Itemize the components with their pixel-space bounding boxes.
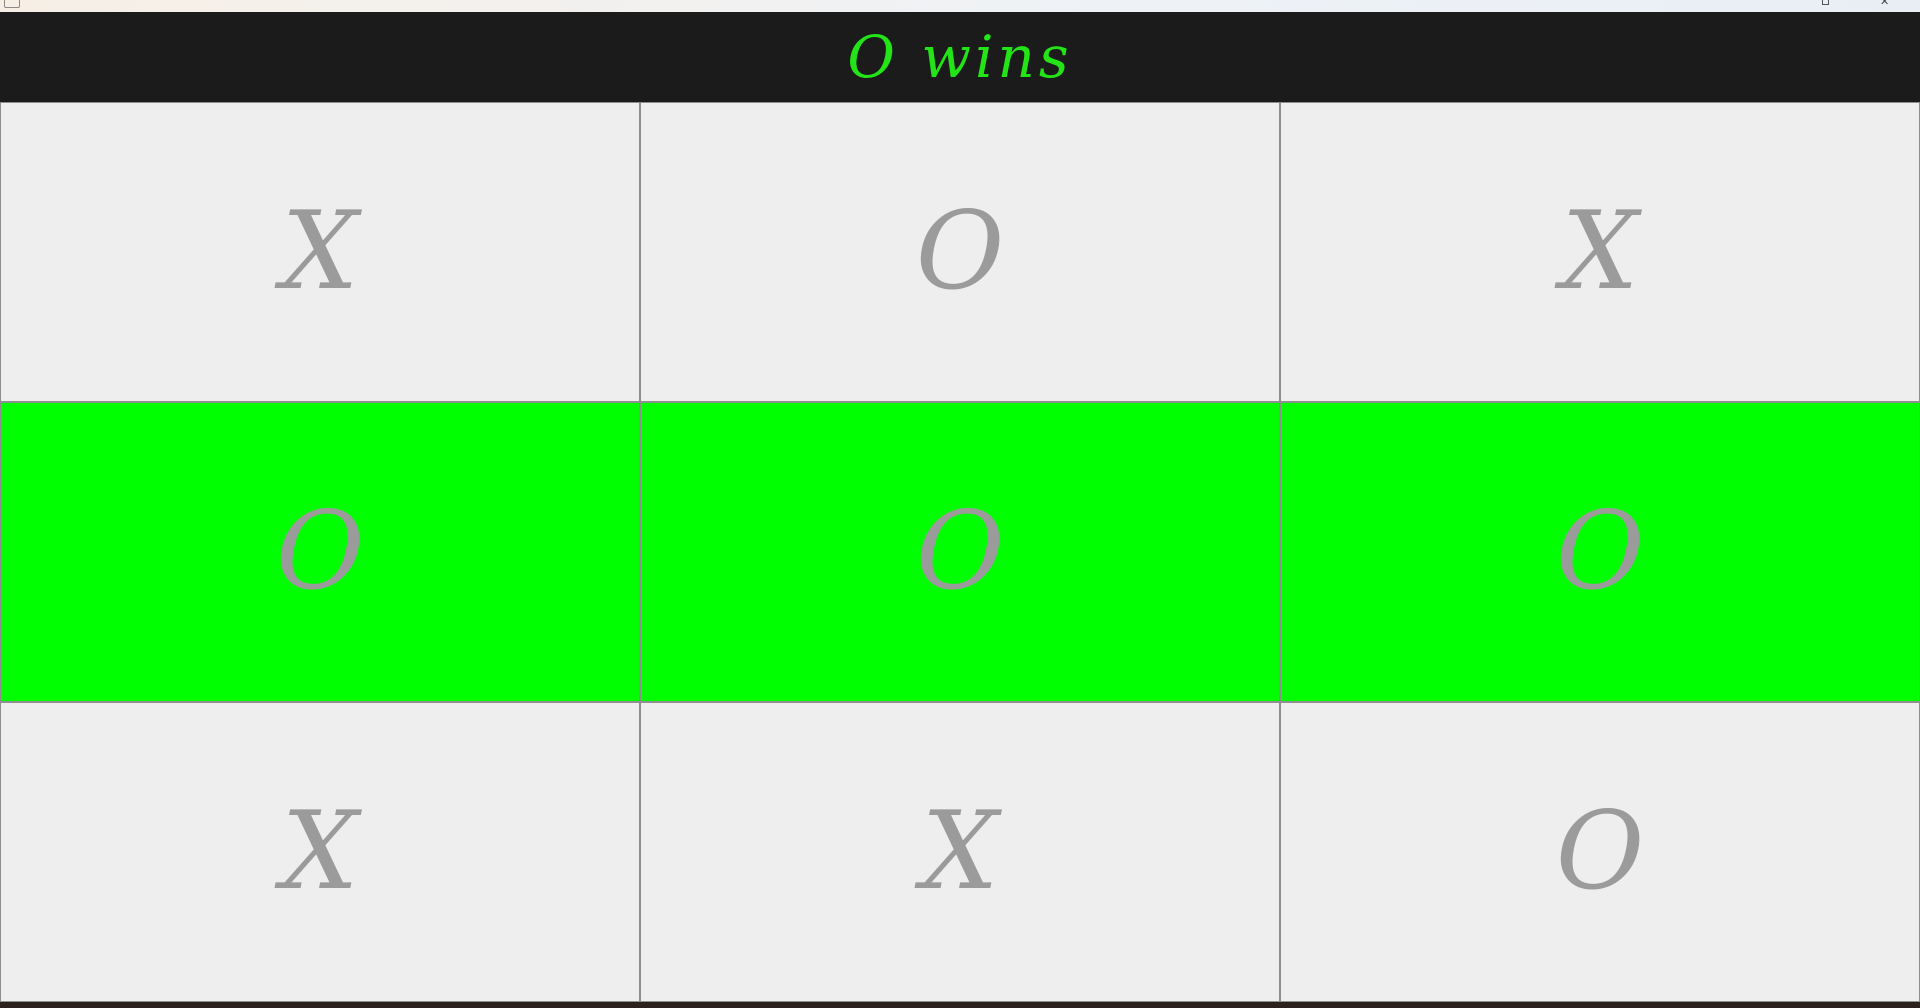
board-cell[interactable]: X	[1, 703, 639, 1001]
app-icon	[4, 0, 20, 8]
cell-mark: X	[281, 789, 359, 914]
window-bottom-edge	[0, 1002, 1920, 1008]
close-icon[interactable]: ✕	[1880, 0, 1892, 8]
restore-icon[interactable]	[1822, 0, 1832, 8]
cell-mark: X	[921, 789, 999, 914]
board-cell[interactable]: O	[641, 103, 1279, 401]
board-cell[interactable]: X	[1281, 103, 1919, 401]
cell-mark: O	[275, 489, 365, 614]
status-bar: O wins	[0, 12, 1920, 102]
cell-mark: X	[281, 189, 359, 314]
board-cell[interactable]: O	[1281, 703, 1919, 1001]
board-cell[interactable]: O	[1, 403, 639, 701]
board-cell[interactable]: O	[1281, 403, 1919, 701]
game-board: X O X O O O X X O	[0, 102, 1920, 1002]
board-cell[interactable]: X	[1, 103, 639, 401]
board-cell[interactable]: O	[641, 403, 1279, 701]
board-cell[interactable]: X	[641, 703, 1279, 1001]
cell-mark: O	[915, 189, 1005, 314]
cell-mark: O	[1555, 489, 1645, 614]
cell-mark: X	[1561, 189, 1639, 314]
window-title-bar: ✕	[0, 0, 1920, 12]
cell-mark: O	[1555, 789, 1645, 914]
cell-mark: O	[915, 489, 1005, 614]
status-text: O wins	[847, 23, 1073, 91]
